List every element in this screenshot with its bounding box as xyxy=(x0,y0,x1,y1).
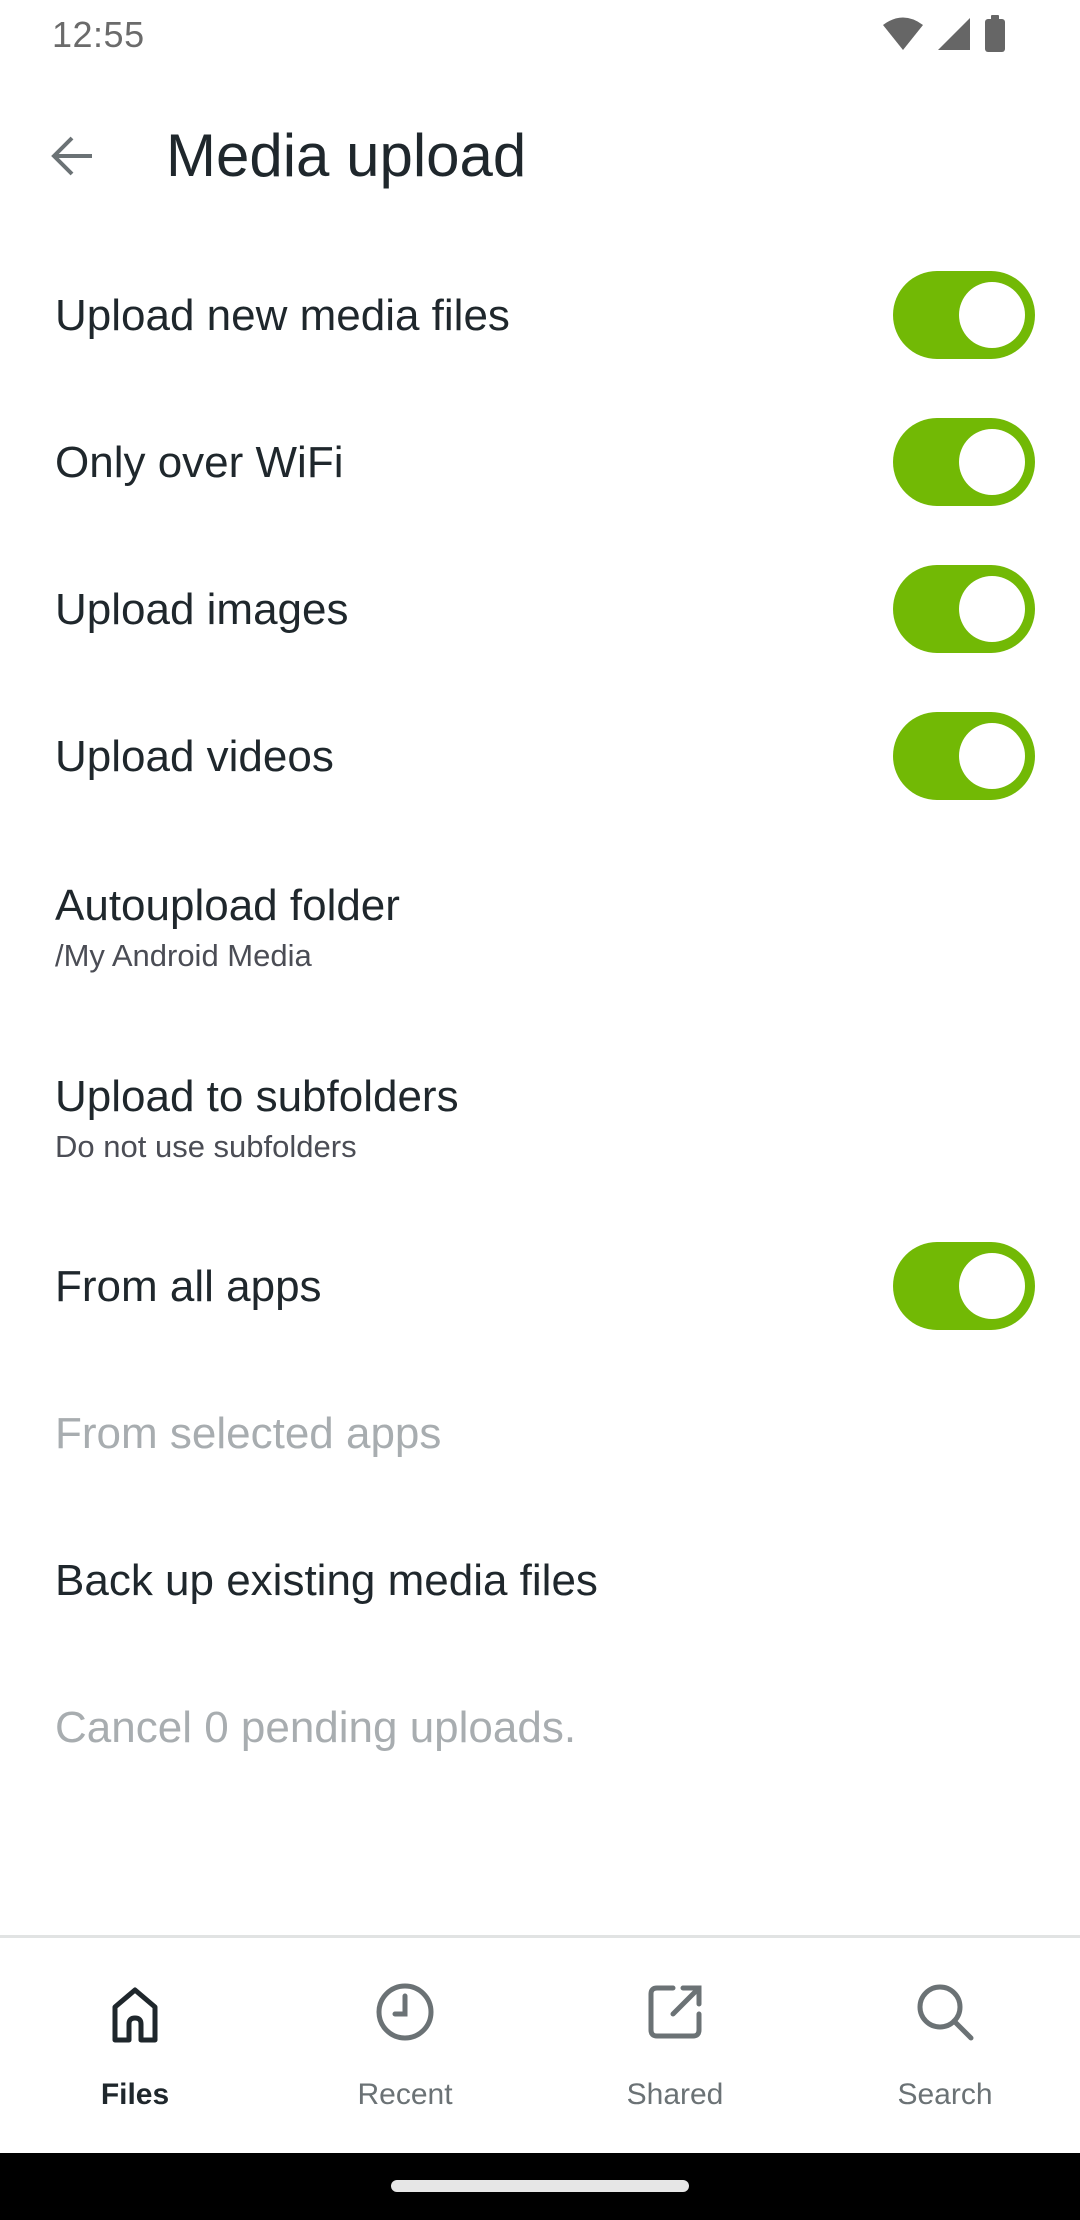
pref-only-over-wifi[interactable]: Only over WiFi xyxy=(0,407,1080,517)
back-button[interactable] xyxy=(36,120,108,192)
pref-from-selected-apps[interactable]: From selected apps xyxy=(0,1378,1080,1488)
pref-summary: /My Android Media xyxy=(55,938,312,973)
nav-item-search[interactable]: Search xyxy=(810,1938,1080,2153)
nav-item-shared[interactable]: Shared xyxy=(540,1938,810,2153)
pref-upload-to-subfolders[interactable]: Upload to subfolders Do not use subfolde… xyxy=(0,1038,1080,1178)
pref-title: From all apps xyxy=(55,1262,322,1311)
status-icons xyxy=(882,14,1006,54)
status-bar: 12:55 xyxy=(0,0,1080,66)
bottom-navigation: Files Recent Shared Search xyxy=(0,1938,1080,2153)
pref-title: From selected apps xyxy=(55,1409,442,1458)
battery-icon xyxy=(985,15,1005,52)
wifi-icon xyxy=(883,17,923,50)
pref-upload-images[interactable]: Upload images xyxy=(0,554,1080,664)
switch-thumb xyxy=(959,1253,1025,1319)
pref-title: Only over WiFi xyxy=(55,438,344,487)
pref-title: Back up existing media files xyxy=(55,1556,598,1605)
pref-title: Upload videos xyxy=(55,732,334,781)
nav-label: Shared xyxy=(626,2078,724,2111)
search-icon xyxy=(917,1984,974,2041)
only-over-wifi-switch[interactable] xyxy=(893,418,1035,506)
upload-videos-switch[interactable] xyxy=(893,712,1035,800)
pref-summary: Do not use subfolders xyxy=(55,1129,357,1164)
pref-title: Upload images xyxy=(55,585,349,634)
share-icon xyxy=(648,1985,702,2039)
system-gesture-bar xyxy=(0,2153,1080,2220)
pref-title: Upload new media files xyxy=(55,291,510,340)
nav-label: Search xyxy=(897,2078,993,2111)
nav-item-recent[interactable]: Recent xyxy=(270,1938,540,2153)
pref-autoupload-folder[interactable]: Autoupload folder /My Android Media xyxy=(0,848,1080,988)
pref-back-up-existing[interactable]: Back up existing media files xyxy=(0,1525,1080,1635)
from-all-apps-switch[interactable] xyxy=(893,1242,1035,1330)
cellular-signal-icon xyxy=(938,18,970,50)
pref-cancel-pending-uploads[interactable]: Cancel 0 pending uploads. xyxy=(0,1672,1080,1782)
pref-from-all-apps[interactable]: From all apps xyxy=(0,1231,1080,1341)
pref-upload-new-media[interactable]: Upload new media files xyxy=(0,260,1080,370)
switch-thumb xyxy=(959,282,1025,348)
switch-thumb xyxy=(959,429,1025,495)
arrow-back-icon xyxy=(51,136,92,176)
switch-thumb xyxy=(959,723,1025,789)
status-time: 12:55 xyxy=(52,14,145,55)
upload-new-media-switch[interactable] xyxy=(893,271,1035,359)
nav-label: Files xyxy=(100,2078,170,2111)
nav-item-files[interactable]: Files xyxy=(0,1938,270,2153)
clock-icon xyxy=(376,1983,434,2041)
toolbar: Media upload xyxy=(0,100,1080,212)
pref-upload-videos[interactable]: Upload videos xyxy=(0,701,1080,811)
nav-label: Recent xyxy=(357,2078,453,2111)
gesture-handle[interactable] xyxy=(391,2180,689,2192)
page-title: Media upload xyxy=(166,122,527,189)
upload-images-switch[interactable] xyxy=(893,565,1035,653)
pref-title: Upload to subfolders xyxy=(55,1072,459,1121)
switch-thumb xyxy=(959,576,1025,642)
pref-title: Autoupload folder xyxy=(55,881,400,930)
pref-title: Cancel 0 pending uploads. xyxy=(55,1703,577,1752)
home-icon xyxy=(112,1987,158,2043)
